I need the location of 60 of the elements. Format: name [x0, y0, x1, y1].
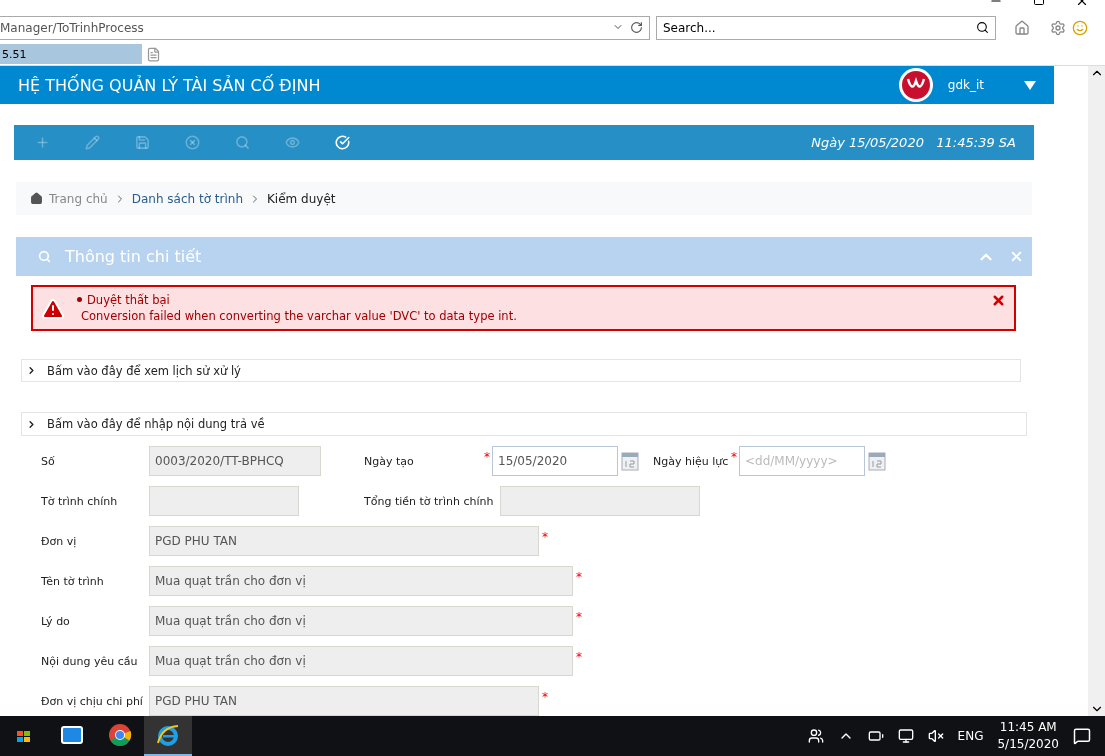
app-title: HỆ THỐNG QUẢN LÝ TÀI SẢN CỐ ĐỊNH	[18, 75, 322, 95]
field-label: Đơn vị	[41, 534, 78, 548]
chevron-icon	[26, 418, 37, 430]
panel-title: Thông tin chi tiết	[65, 247, 203, 266]
field-label: Tổng tiền tờ trình chính	[364, 494, 495, 508]
notification-icon[interactable]	[1073, 727, 1091, 745]
required-mark: *	[484, 450, 491, 464]
calendar-icon[interactable]	[868, 451, 886, 471]
breadcrumb-link[interactable]: Kiểm duyệt	[267, 191, 336, 206]
refresh-icon[interactable]	[630, 21, 643, 35]
search-icon[interactable]	[976, 21, 989, 35]
collapsible-section[interactable]: Bấm vào đây để nhập nội dung trả về	[21, 412, 1027, 436]
bullet-icon	[77, 297, 82, 303]
mute-icon[interactable]	[927, 728, 944, 744]
date-field[interactable]: <dd/MM/yyyy>	[739, 446, 865, 476]
address-bar[interactable]: Manager/ToTrinhProcess	[0, 15, 650, 40]
field-label: Ngày hiệu lực	[653, 454, 730, 468]
taskbar-app[interactable]	[144, 716, 192, 756]
required-mark: *	[576, 570, 583, 584]
field-label: Ngày tạo	[364, 454, 415, 468]
required-mark: *	[576, 610, 583, 624]
collapsible-section[interactable]: Bấm vào đây để xem lịch sử xử lý	[21, 358, 1021, 383]
field-label: Lý do	[41, 614, 71, 628]
smiley-icon[interactable]	[1072, 19, 1088, 36]
required-mark: *	[542, 690, 549, 704]
error-message: Conversion failed when converting the varchar value 'DVC' to data type int.	[80, 308, 518, 323]
date-field[interactable]: 15/05/2020	[492, 446, 618, 476]
breadcrumb-link[interactable]: Danh sách tờ trình	[131, 191, 243, 206]
logo-icon	[897, 67, 934, 104]
required-mark: *	[576, 650, 583, 664]
browser-icon	[156, 723, 180, 747]
user-name[interactable]: gdk_it	[947, 78, 984, 93]
home-icon	[30, 192, 43, 206]
language-indicator[interactable]: ENG	[957, 729, 984, 743]
field-label: Nội dung yêu cầu	[41, 654, 139, 668]
browser-icon	[108, 723, 132, 747]
date-time: Ngày 15/05/2020 11:45:39 SA	[811, 135, 1016, 151]
people-icon[interactable]	[807, 728, 824, 744]
required-mark: *	[731, 450, 738, 464]
browser-tab[interactable]: 5.51	[0, 44, 142, 65]
home-icon[interactable]	[1014, 19, 1030, 36]
field-label: Tờ trình chính	[41, 494, 119, 508]
calendar-icon[interactable]	[621, 451, 639, 471]
chevron-icon	[26, 365, 37, 377]
field-label: Đơn vị chịu chi phí	[41, 694, 144, 708]
dropdown-icon[interactable]	[1024, 80, 1036, 90]
settings-icon[interactable]	[1050, 19, 1066, 36]
battery-icon[interactable]	[867, 728, 884, 744]
clock[interactable]: 11:45 AM 5/15/2020	[997, 719, 1059, 753]
new-tab-icon[interactable]	[146, 46, 161, 62]
breadcrumb-link[interactable]: Trang chủ	[49, 191, 108, 206]
scrollbar[interactable]	[1088, 66, 1105, 716]
field-label: Số	[41, 454, 56, 468]
field-label: Tên tờ trình	[41, 574, 105, 588]
search-icon	[38, 250, 51, 263]
warning-icon	[41, 296, 65, 321]
required-mark: *	[542, 530, 549, 544]
network-icon[interactable]	[897, 728, 914, 744]
error-title: Duyệt thất bại	[87, 292, 170, 307]
search-field[interactable]: Search...	[656, 15, 996, 40]
